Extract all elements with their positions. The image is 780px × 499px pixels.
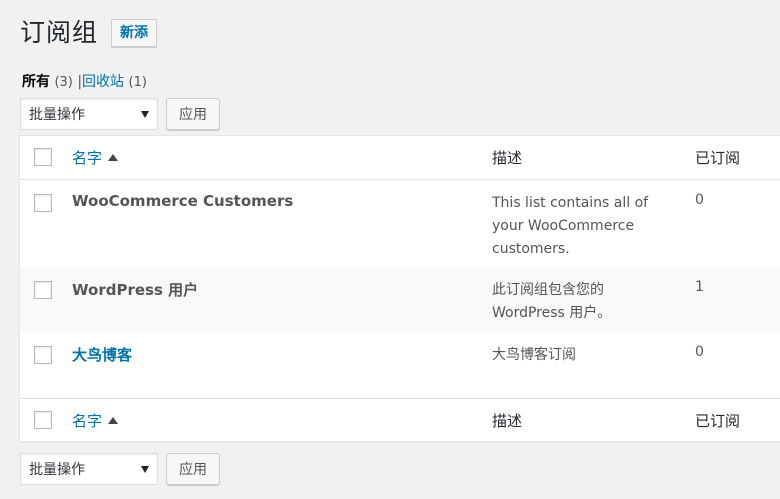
column-description-footer: 描述 <box>492 412 523 430</box>
select-all-checkbox-footer[interactable] <box>34 411 52 429</box>
column-subscribed: 已订阅 <box>695 149 741 167</box>
bulk-action-select[interactable]: 批量操作 <box>20 98 158 130</box>
apply-button-bottom[interactable]: 应用 <box>166 453 220 485</box>
sort-up-icon <box>108 154 119 161</box>
bulk-action-select-bottom[interactable]: 批量操作 <box>20 453 158 485</box>
row-subscribed-count: 0 <box>695 344 704 360</box>
column-description: 描述 <box>492 149 523 167</box>
row-name[interactable]: WordPress 用户 <box>72 279 198 300</box>
row-subscribed-count: 1 <box>695 279 704 295</box>
page-title: 订阅组 <box>20 18 99 47</box>
subscription-groups-table: 名字 描述 已订阅 WooCommerce Customers This lis… <box>19 135 780 442</box>
apply-button[interactable]: 应用 <box>166 98 220 130</box>
dropdown-caret-icon <box>141 110 149 118</box>
row-checkbox[interactable] <box>34 194 52 212</box>
table-row: 大鸟博客 大鸟博客订阅 0 <box>20 332 780 398</box>
row-checkbox[interactable] <box>34 281 52 299</box>
table-row: WooCommerce Customers This list contains… <box>20 180 780 267</box>
table-footer-row: 名字 描述 已订阅 <box>20 398 780 441</box>
column-name-sort[interactable]: 名字 <box>72 147 119 168</box>
row-name[interactable]: WooCommerce Customers <box>72 192 293 210</box>
sort-up-icon <box>108 417 119 424</box>
row-checkbox[interactable] <box>34 346 52 364</box>
row-name-link[interactable]: 大鸟博客 <box>72 344 132 365</box>
filter-trash-link[interactable]: 回收站 <box>82 74 124 90</box>
row-description: This list contains all of your WooCommer… <box>492 195 649 257</box>
row-description: 大鸟博客订阅 <box>492 347 576 363</box>
filter-all-count: (3) <box>54 75 73 90</box>
column-name-sort-footer[interactable]: 名字 <box>72 410 119 431</box>
status-filters: 所有 (3) |回收站 (1) <box>22 71 147 91</box>
add-new-button[interactable]: 新添 <box>111 19 158 47</box>
row-description: 此订阅组包含您的 WordPress 用户。 <box>492 282 612 321</box>
page-header: 订阅组 新添 <box>20 17 158 49</box>
row-subscribed-count: 0 <box>695 192 704 208</box>
dropdown-caret-icon <box>141 465 149 473</box>
tablenav-top: 批量操作 应用 <box>20 98 220 130</box>
bulk-action-value: 批量操作 <box>29 462 85 478</box>
column-subscribed-footer: 已订阅 <box>695 412 741 430</box>
column-name-label: 名字 <box>72 149 103 167</box>
select-all-checkbox[interactable] <box>34 148 52 166</box>
bulk-action-value: 批量操作 <box>29 107 85 123</box>
tablenav-bottom: 批量操作 应用 <box>20 453 220 485</box>
filter-all-link[interactable]: 所有 <box>22 74 50 90</box>
filter-trash-count: (1) <box>128 75 147 90</box>
table-header-row: 名字 描述 已订阅 <box>20 136 780 180</box>
column-name-label: 名字 <box>72 412 103 430</box>
table-row: WordPress 用户 此订阅组包含您的 WordPress 用户。 1 <box>20 267 780 332</box>
